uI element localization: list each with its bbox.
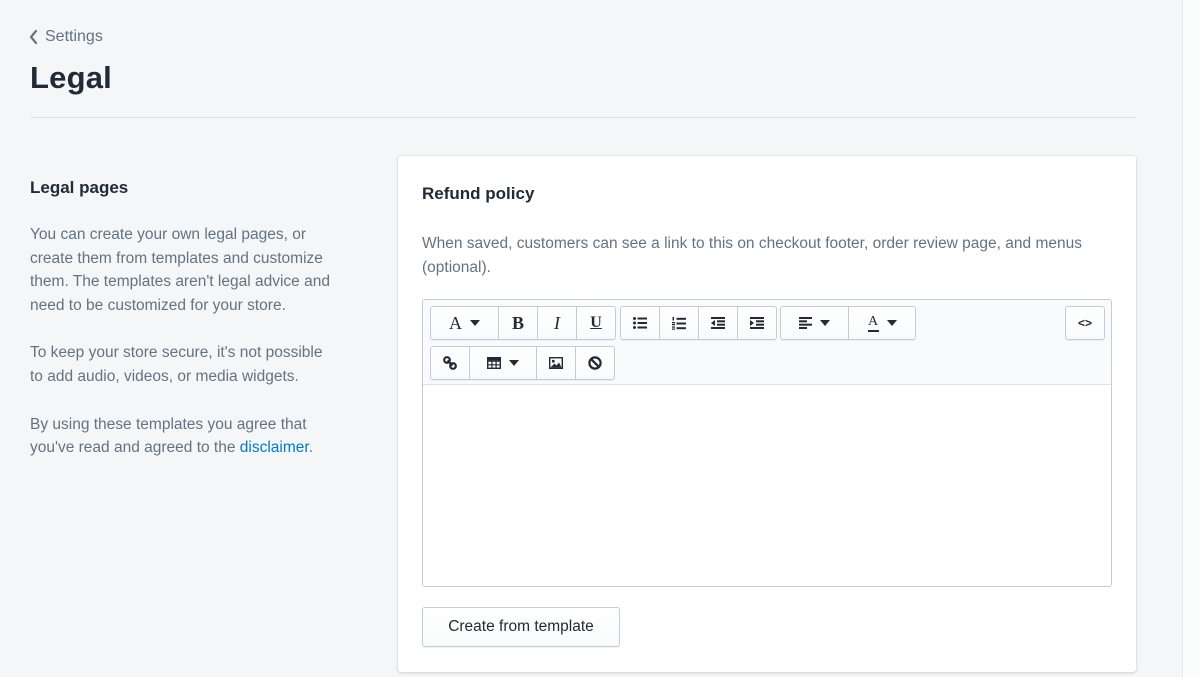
- text-color-icon: A: [867, 313, 879, 332]
- align-left-icon: [799, 317, 812, 329]
- table-icon: [487, 357, 501, 369]
- editor-content-area[interactable]: [423, 385, 1111, 586]
- numbered-list-icon: [672, 316, 686, 330]
- code-view-button[interactable]: <>: [1066, 307, 1104, 339]
- caret-down-icon: [886, 320, 897, 326]
- create-from-template-button[interactable]: Create from template: [422, 607, 620, 647]
- annotation-paragraph: To keep your store secure, it's not poss…: [30, 344, 323, 385]
- numbered-list-button[interactable]: [660, 307, 699, 339]
- divider: [30, 117, 1136, 118]
- annotation-heading: Legal pages: [30, 178, 129, 197]
- caret-down-icon: [509, 360, 519, 366]
- font-label: A: [449, 312, 462, 333]
- code-group: <>: [1065, 306, 1105, 340]
- card-help-text: When saved, customers can see a link to …: [422, 235, 1082, 276]
- annotation-paragraph: You can create your own legal pages, or …: [30, 226, 330, 314]
- breadcrumb[interactable]: Settings: [28, 28, 103, 46]
- annotation-section: Legal pages You can create your own lega…: [30, 178, 330, 484]
- image-icon: [549, 357, 563, 369]
- indent-button[interactable]: [738, 307, 776, 339]
- page-title: Legal: [30, 60, 112, 95]
- outdent-icon: [711, 317, 725, 329]
- scrollbar-track[interactable]: [1182, 0, 1200, 677]
- indent-icon: [750, 317, 764, 329]
- bold-button[interactable]: B: [499, 307, 538, 339]
- clear-formatting-button[interactable]: [576, 347, 614, 379]
- bulleted-list-button[interactable]: [621, 307, 660, 339]
- block-icon: [588, 356, 602, 370]
- link-icon: [443, 356, 457, 370]
- text-color-swatch: [867, 329, 879, 332]
- italic-button[interactable]: I: [538, 307, 577, 339]
- insert-image-button[interactable]: [537, 347, 576, 379]
- text-color-label: A: [867, 313, 879, 329]
- annotation-text: .: [308, 439, 314, 457]
- disclaimer-link[interactable]: disclaimer: [240, 439, 309, 456]
- caret-down-icon: [470, 320, 480, 326]
- insert-link-button[interactable]: [431, 347, 470, 379]
- insert-table-dropdown-button[interactable]: [470, 347, 537, 379]
- annotation-paragraph: By using these templates you agree that …: [30, 413, 330, 460]
- chevron-left-icon: [28, 29, 38, 45]
- insert-group: [430, 346, 615, 380]
- caret-down-icon: [820, 320, 830, 326]
- align-dropdown-button[interactable]: [781, 307, 849, 339]
- breadcrumb-label[interactable]: Settings: [45, 28, 103, 46]
- list-group: [620, 306, 777, 340]
- rich-text-editor: A B I U A <>: [422, 299, 1112, 587]
- outdent-button[interactable]: [699, 307, 738, 339]
- font-dropdown-button[interactable]: A: [431, 307, 499, 339]
- text-color-dropdown-button[interactable]: A: [849, 307, 915, 339]
- card-title: Refund policy: [422, 184, 535, 203]
- alignment-group: A: [780, 306, 916, 340]
- editor-toolbar: A B I U A <>: [423, 300, 1111, 385]
- underline-button[interactable]: U: [577, 307, 615, 339]
- bulleted-list-icon: [633, 317, 647, 329]
- format-group: A B I U: [430, 306, 616, 340]
- refund-policy-card: Refund policy When saved, customers can …: [398, 156, 1136, 672]
